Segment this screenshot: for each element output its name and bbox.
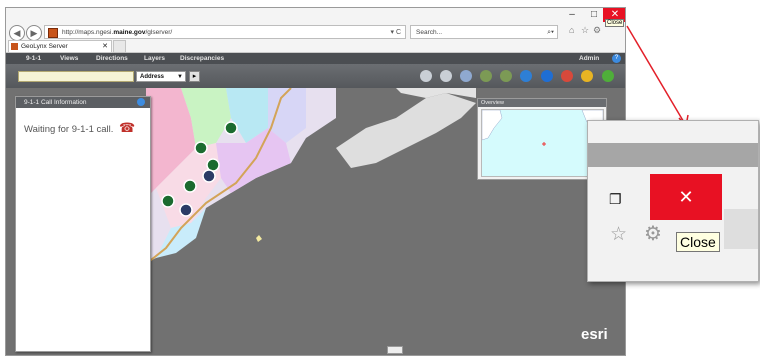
menu-discrepancies[interactable]: Discrepancies: [180, 53, 224, 64]
refresh-icon[interactable]: [602, 70, 614, 82]
full-extent-icon[interactable]: [520, 70, 532, 82]
waiting-message: Waiting for 9-1-1 call.: [24, 124, 114, 135]
address-bar[interactable]: http://maps.ngesi.maine.gov/glserver/ ▾ …: [44, 25, 406, 39]
menu-911[interactable]: 9-1-1: [26, 53, 41, 64]
site-icon: [48, 28, 58, 38]
address-search-input[interactable]: [18, 71, 134, 82]
phone-icon: ☎: [119, 120, 136, 135]
zoom-gear-icon: ⚙: [644, 223, 662, 245]
map-scroll-handle[interactable]: [387, 346, 403, 354]
zoom-star-icon: ☆: [610, 224, 628, 245]
browser-tab[interactable]: GeoLynx Server ✕: [8, 40, 112, 52]
overview-canvas[interactable]: [481, 109, 604, 177]
address-controls[interactable]: ▾ C: [390, 26, 401, 40]
marker-icon[interactable]: [561, 70, 573, 82]
menu-directions[interactable]: Directions: [96, 53, 128, 64]
maximize-button[interactable]: □: [583, 8, 605, 22]
browser-window: – □ ✕ ◀ ▶ http://maps.ngesi.maine.gov/gl…: [5, 7, 626, 356]
panel-help-icon[interactable]: [137, 98, 145, 106]
gear-icon[interactable]: ⚙: [593, 25, 601, 36]
new-tab-button[interactable]: [113, 40, 126, 53]
next-extent-icon[interactable]: [500, 70, 512, 82]
back-icon[interactable]: ◀: [9, 25, 25, 41]
overview-title: Overview: [478, 99, 606, 107]
search-icon[interactable]: ⌕▾: [547, 26, 554, 40]
zoom-out-icon[interactable]: [440, 70, 452, 82]
zoom-maximize-fragment: ❐: [609, 191, 622, 207]
call-info-panel: 9-1-1 Call Information Waiting for 9-1-1…: [15, 96, 151, 352]
forward-icon[interactable]: ▶: [26, 25, 42, 41]
browser-search-input[interactable]: Search... ⌕▾: [410, 25, 558, 39]
panel-title: 9-1-1 Call Information: [24, 99, 87, 106]
close-tooltip: Close: [605, 19, 625, 27]
pan-icon[interactable]: [460, 70, 472, 82]
address-host: maine.gov: [113, 29, 146, 36]
zoom-in-icon[interactable]: [420, 70, 432, 82]
search-placeholder: Search...: [416, 29, 443, 36]
search-type-value: Address: [140, 74, 165, 80]
minimize-button[interactable]: –: [561, 8, 583, 22]
map-toolbar: Address ▼ ▸: [6, 64, 625, 88]
user-name[interactable]: Admin: [579, 53, 599, 64]
browser-chrome: – □ ✕ ◀ ▶ http://maps.ngesi.maine.gov/gl…: [6, 8, 625, 53]
map-view[interactable]: 9-1-1 Call Information Waiting for 9-1-1…: [6, 88, 625, 355]
zoom-close-button[interactable]: ✕: [650, 174, 722, 220]
home-icon[interactable]: ⌂: [569, 25, 574, 35]
identify-icon[interactable]: [541, 70, 553, 82]
zoom-callout: ✕ ❐ ☆ ⚙ Close: [587, 120, 759, 282]
chevron-down-icon: ▼: [177, 74, 183, 80]
menu-views[interactable]: Views: [60, 53, 78, 64]
zoom-titlebar: [588, 143, 758, 167]
map-nova-scotia: [336, 93, 476, 168]
zoom-close-tooltip: Close: [676, 232, 720, 252]
tab-favicon: [11, 43, 18, 50]
app-menubar: 9-1-1 Views Directions Layers Discrepanc…: [6, 53, 625, 64]
help-icon[interactable]: ?: [612, 54, 621, 63]
star-icon[interactable]: ☆: [581, 25, 589, 36]
tab-title: GeoLynx Server: [21, 43, 68, 50]
search-type-select[interactable]: Address ▼: [136, 71, 186, 82]
address-url-prefix: http://maps.ngesi.: [62, 29, 114, 36]
search-go-button[interactable]: ▸: [189, 71, 200, 82]
layers-icon[interactable]: [581, 70, 593, 82]
panel-header[interactable]: 9-1-1 Call Information: [16, 97, 150, 108]
zoom-side-strip: [724, 209, 758, 249]
esri-logo: esri: [581, 326, 608, 343]
tab-close-icon[interactable]: ✕: [102, 41, 108, 53]
overview-svg: [481, 109, 604, 146]
previous-extent-icon[interactable]: [480, 70, 492, 82]
menu-layers[interactable]: Layers: [144, 53, 165, 64]
address-path: /glserver/: [145, 29, 173, 36]
map-island: [256, 235, 262, 242]
